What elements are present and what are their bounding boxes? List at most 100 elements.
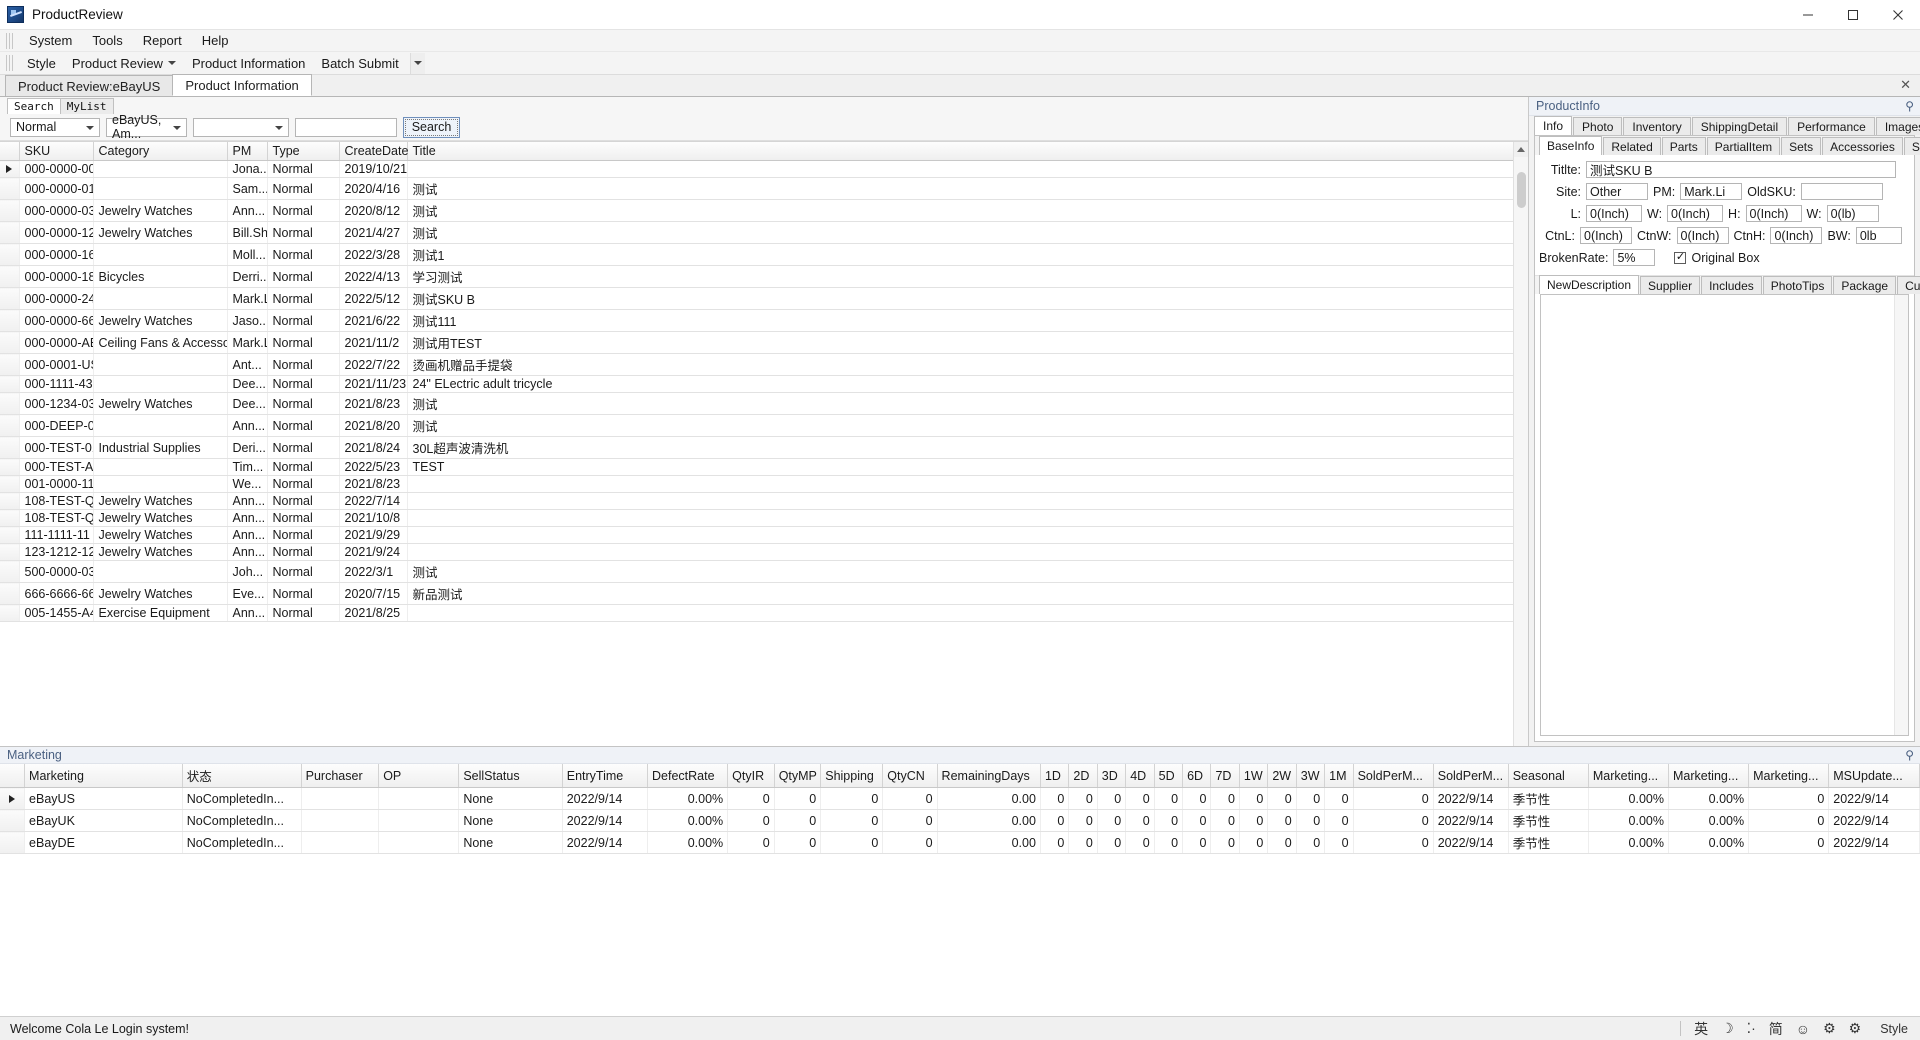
row-marker[interactable] — [0, 492, 20, 510]
cell-qtyir[interactable]: 0 — [727, 831, 775, 854]
column-header-marketing[interactable]: Marketing... — [1748, 764, 1830, 788]
cell-pm[interactable]: Ann... — [227, 526, 268, 544]
subtab-mylist[interactable]: MyList — [59, 98, 114, 114]
cell-sku[interactable]: 108-TEST-QQ — [19, 509, 94, 527]
ribbon-item-style[interactable]: Style — [19, 55, 64, 72]
cell-seasonal[interactable]: 季节性 — [1508, 809, 1589, 832]
tab-info[interactable]: Info — [1534, 116, 1573, 135]
cell-sku[interactable]: 000-0000-16 — [19, 243, 94, 266]
cell-m1[interactable]: 0 — [1324, 787, 1354, 810]
table-row[interactable]: 000-0000-16 Moll... Normal 2022/3/28 测试1 — [0, 243, 1528, 266]
cell-type[interactable]: Normal — [267, 353, 340, 376]
simplified-chinese-icon[interactable]: 简 — [1769, 1019, 1783, 1039]
cell-remainingdays[interactable]: 0.00 — [937, 809, 1041, 832]
column-header-5d[interactable]: 5D — [1154, 764, 1184, 788]
cell-title[interactable]: 新品测试 — [407, 582, 1528, 605]
gear-icon[interactable]: ⚙ — [1823, 1020, 1836, 1037]
cell-category[interactable] — [93, 243, 228, 266]
cell-sku[interactable]: 000-TEST-A0 — [19, 458, 94, 476]
column-header-msupdate[interactable]: MSUpdate... — [1828, 764, 1920, 788]
cell-op[interactable] — [378, 809, 460, 832]
cell-d2[interactable]: 0 — [1068, 809, 1098, 832]
ctnh-input[interactable]: 0(Inch) — [1770, 227, 1823, 244]
row-marker[interactable] — [0, 331, 20, 354]
cell-d3[interactable]: 0 — [1097, 831, 1127, 854]
cell-createdate[interactable]: 2021/8/25 — [339, 604, 408, 622]
tab-inventory[interactable]: Inventory — [1623, 117, 1691, 135]
cell-purchaser[interactable] — [301, 831, 380, 854]
cell-createdate[interactable]: 2021/9/24 — [339, 543, 408, 561]
length-input[interactable]: 0(Inch) — [1586, 205, 1642, 222]
column-header-3w[interactable]: 3W — [1296, 764, 1326, 788]
cell-title[interactable]: 测试 — [407, 177, 1528, 200]
cell-title[interactable]: 测试用TEST — [407, 331, 1528, 354]
table-row[interactable]: 111-1111-11 Jewelry Watches Ann... Normal 20… — [0, 526, 1528, 544]
cell-title[interactable]: 测试1 — [407, 243, 1528, 266]
menu-grip-handle[interactable] — [6, 32, 13, 49]
column-header-createdate[interactable]: CreateDate — [339, 142, 408, 161]
subtab-parts[interactable]: Parts — [1661, 137, 1706, 155]
cell-category[interactable]: Bicycles — [93, 265, 228, 288]
column-header-marketing[interactable]: Marketing... — [1588, 764, 1669, 788]
minimize-button[interactable] — [1785, 0, 1830, 30]
column-header-op[interactable]: OP — [378, 764, 460, 788]
cell-category[interactable] — [93, 177, 228, 200]
column-header-remainingdays[interactable]: RemainingDays — [937, 764, 1041, 788]
weight-input[interactable]: 0(lb) — [1826, 205, 1879, 222]
cell-type[interactable]: Normal — [267, 392, 340, 415]
desctab-supplier[interactable]: Supplier — [1640, 276, 1701, 294]
column-header-[interactable]: 状态 — [182, 764, 302, 788]
cell-pm[interactable]: Ant... — [227, 353, 268, 376]
width-input[interactable]: 0(Inch) — [1667, 205, 1724, 222]
cell-createdate[interactable]: 2021/11/23 — [339, 375, 408, 393]
row-marker[interactable] — [0, 221, 20, 244]
cell-pm[interactable]: Ann... — [227, 199, 268, 222]
cell-createdate[interactable]: 2021/11/2 — [339, 331, 408, 354]
table-row[interactable]: 000-0000-18 Bicycles Derri... Normal 2022/4/… — [0, 265, 1528, 288]
cell-entrytime[interactable]: 2022/9/14 — [562, 809, 649, 832]
cell-sku[interactable]: 111-1111-11 — [19, 526, 94, 544]
cell-qtycn[interactable]: 0 — [882, 787, 938, 810]
cell-pm[interactable]: Ann... — [227, 604, 268, 622]
cell-defectrate[interactable]: 0.00% — [647, 787, 729, 810]
close-button[interactable] — [1875, 0, 1920, 30]
row-marker[interactable] — [0, 287, 20, 310]
cell-w1[interactable]: 0 — [1239, 787, 1269, 810]
column-header-6d[interactable]: 6D — [1182, 764, 1212, 788]
row-marker[interactable] — [0, 265, 20, 288]
table-row[interactable]: 500-0000-03 Joh... Normal 2022/3/1 测试 — [0, 560, 1528, 583]
search-keyword-input[interactable] — [295, 117, 397, 137]
cell-category[interactable]: Industrial Supplies — [93, 436, 228, 459]
table-row[interactable]: 108-TEST-QQJewelry WatchesAnn...Normal20… — [0, 509, 1528, 527]
cell-title[interactable]: 测试 — [407, 392, 1528, 415]
subtab-related[interactable]: Related — [1603, 137, 1661, 155]
cell-mk1[interactable]: 0.00% — [1588, 809, 1669, 832]
cell-mk2[interactable]: 0.00% — [1668, 787, 1750, 810]
cell-title[interactable]: 测试111 — [407, 309, 1528, 332]
cell-createdate[interactable]: 2021/4/27 — [339, 221, 408, 244]
row-marker[interactable] — [0, 353, 20, 376]
row-marker[interactable] — [0, 831, 26, 854]
cell-pm[interactable]: Ann... — [227, 543, 268, 561]
table-row[interactable]: 000-0000-24 Mark.LiNormal2022/5/12测试SKU B — [0, 287, 1528, 310]
column-header-qtymp[interactable]: QtyMP — [774, 764, 822, 788]
table-row[interactable]: 000-DEEP-00 Ann...Normal2021/8/20测试 — [0, 414, 1528, 437]
menu-item-tools[interactable]: Tools — [82, 32, 132, 49]
cell-pm[interactable]: Moll... — [227, 243, 268, 266]
cell-pm[interactable]: Dee... — [227, 392, 268, 415]
subtab-baseinfo[interactable]: BaseInfo — [1539, 136, 1603, 155]
cell-type[interactable]: Normal — [267, 177, 340, 200]
cell-qtyir[interactable]: 0 — [727, 809, 775, 832]
cell-shipping[interactable]: 0 — [820, 809, 884, 832]
column-header-marketing[interactable]: Marketing — [24, 764, 183, 788]
cell-type[interactable]: Normal — [267, 309, 340, 332]
cell-marketing[interactable]: eBayDE — [24, 831, 183, 854]
tab-performance[interactable]: Performance — [1788, 117, 1875, 135]
row-marker[interactable] — [0, 309, 20, 332]
column-header-entrytime[interactable]: EntryTime — [562, 764, 649, 788]
desctab-newdescription[interactable]: NewDescription — [1539, 275, 1640, 294]
cell-pm[interactable]: Deri... — [227, 436, 268, 459]
table-row[interactable]: 000-0001-US Ant... Normal 2022/7/22 烫画机赠品手提袋 — [0, 353, 1528, 376]
cell-d4[interactable]: 0 — [1125, 787, 1155, 810]
cell-category[interactable] — [93, 560, 228, 583]
